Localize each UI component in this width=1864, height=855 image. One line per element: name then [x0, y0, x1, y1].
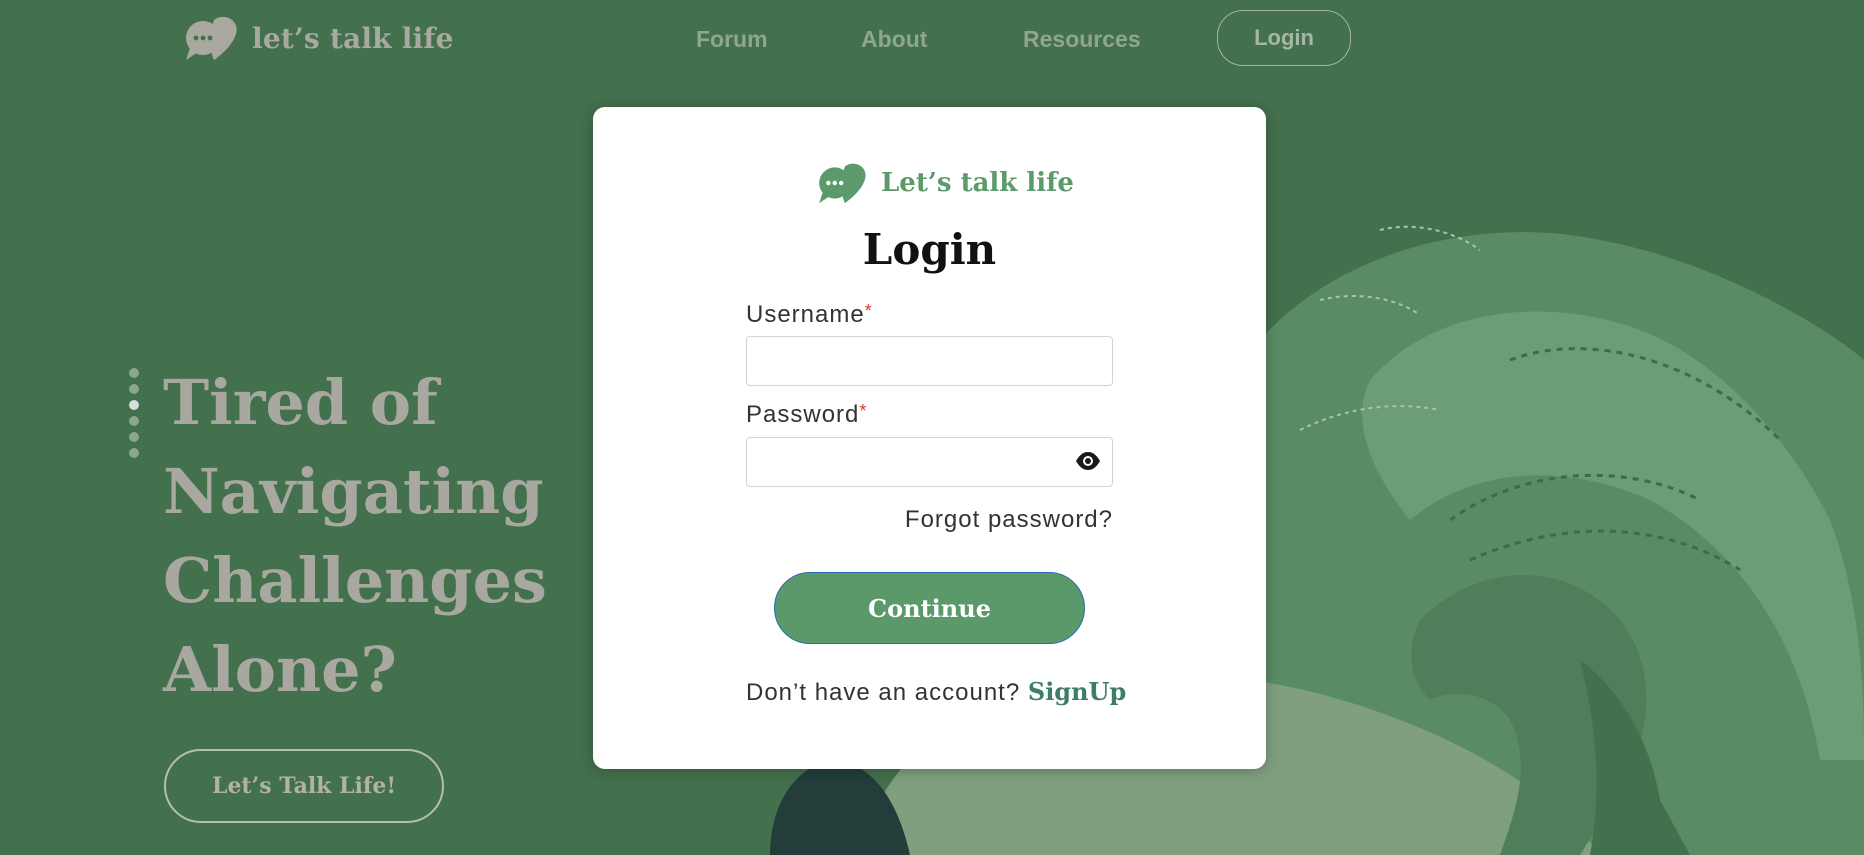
password-input[interactable]: [746, 437, 1113, 487]
nav-about[interactable]: About: [861, 26, 927, 53]
password-label: Password*: [746, 401, 867, 429]
carousel-dot[interactable]: [129, 416, 139, 426]
login-title: Login: [862, 225, 997, 274]
carousel-dot[interactable]: [129, 448, 139, 458]
nav-forum[interactable]: Forum: [696, 26, 768, 53]
nav-login-button[interactable]: Login: [1217, 10, 1351, 66]
eye-icon[interactable]: [1075, 450, 1101, 472]
carousel-dot[interactable]: [129, 384, 139, 394]
login-modal: Let’s talk life Login Username* Password…: [593, 107, 1266, 769]
forgot-password-link[interactable]: Forgot password?: [905, 506, 1113, 534]
heart-chat-logo-icon: [186, 16, 237, 60]
username-label-text: Username: [746, 301, 865, 328]
signup-link[interactable]: SignUp: [1028, 677, 1126, 706]
carousel-dot-active[interactable]: [129, 400, 139, 410]
username-input[interactable]: [746, 336, 1113, 386]
heart-chat-logo-icon: [819, 163, 866, 204]
required-mark: *: [859, 401, 868, 421]
password-label-text: Password: [746, 401, 860, 428]
carousel-dot[interactable]: [129, 432, 139, 442]
site-logo[interactable]: let’s talk life: [184, 14, 454, 62]
brand-name: let’s talk life: [252, 21, 454, 55]
modal-brand-name: Let’s talk life: [881, 168, 1074, 198]
carousel-dot[interactable]: [129, 368, 139, 378]
hero-cta-button[interactable]: Let’s Talk Life!: [164, 749, 444, 823]
nav-resources[interactable]: Resources: [1023, 26, 1141, 53]
required-mark: *: [864, 301, 873, 321]
modal-logo: Let’s talk life: [817, 161, 1074, 205]
site-header: let’s talk life Forum About Resources Lo…: [0, 0, 1864, 80]
no-account-text: Don’t have an account?: [746, 679, 1021, 706]
carousel-indicator: [129, 368, 141, 464]
continue-button[interactable]: Continue: [774, 572, 1085, 644]
signup-prompt: Don’t have an account? SignUp: [746, 677, 1126, 707]
username-label: Username*: [746, 301, 873, 329]
